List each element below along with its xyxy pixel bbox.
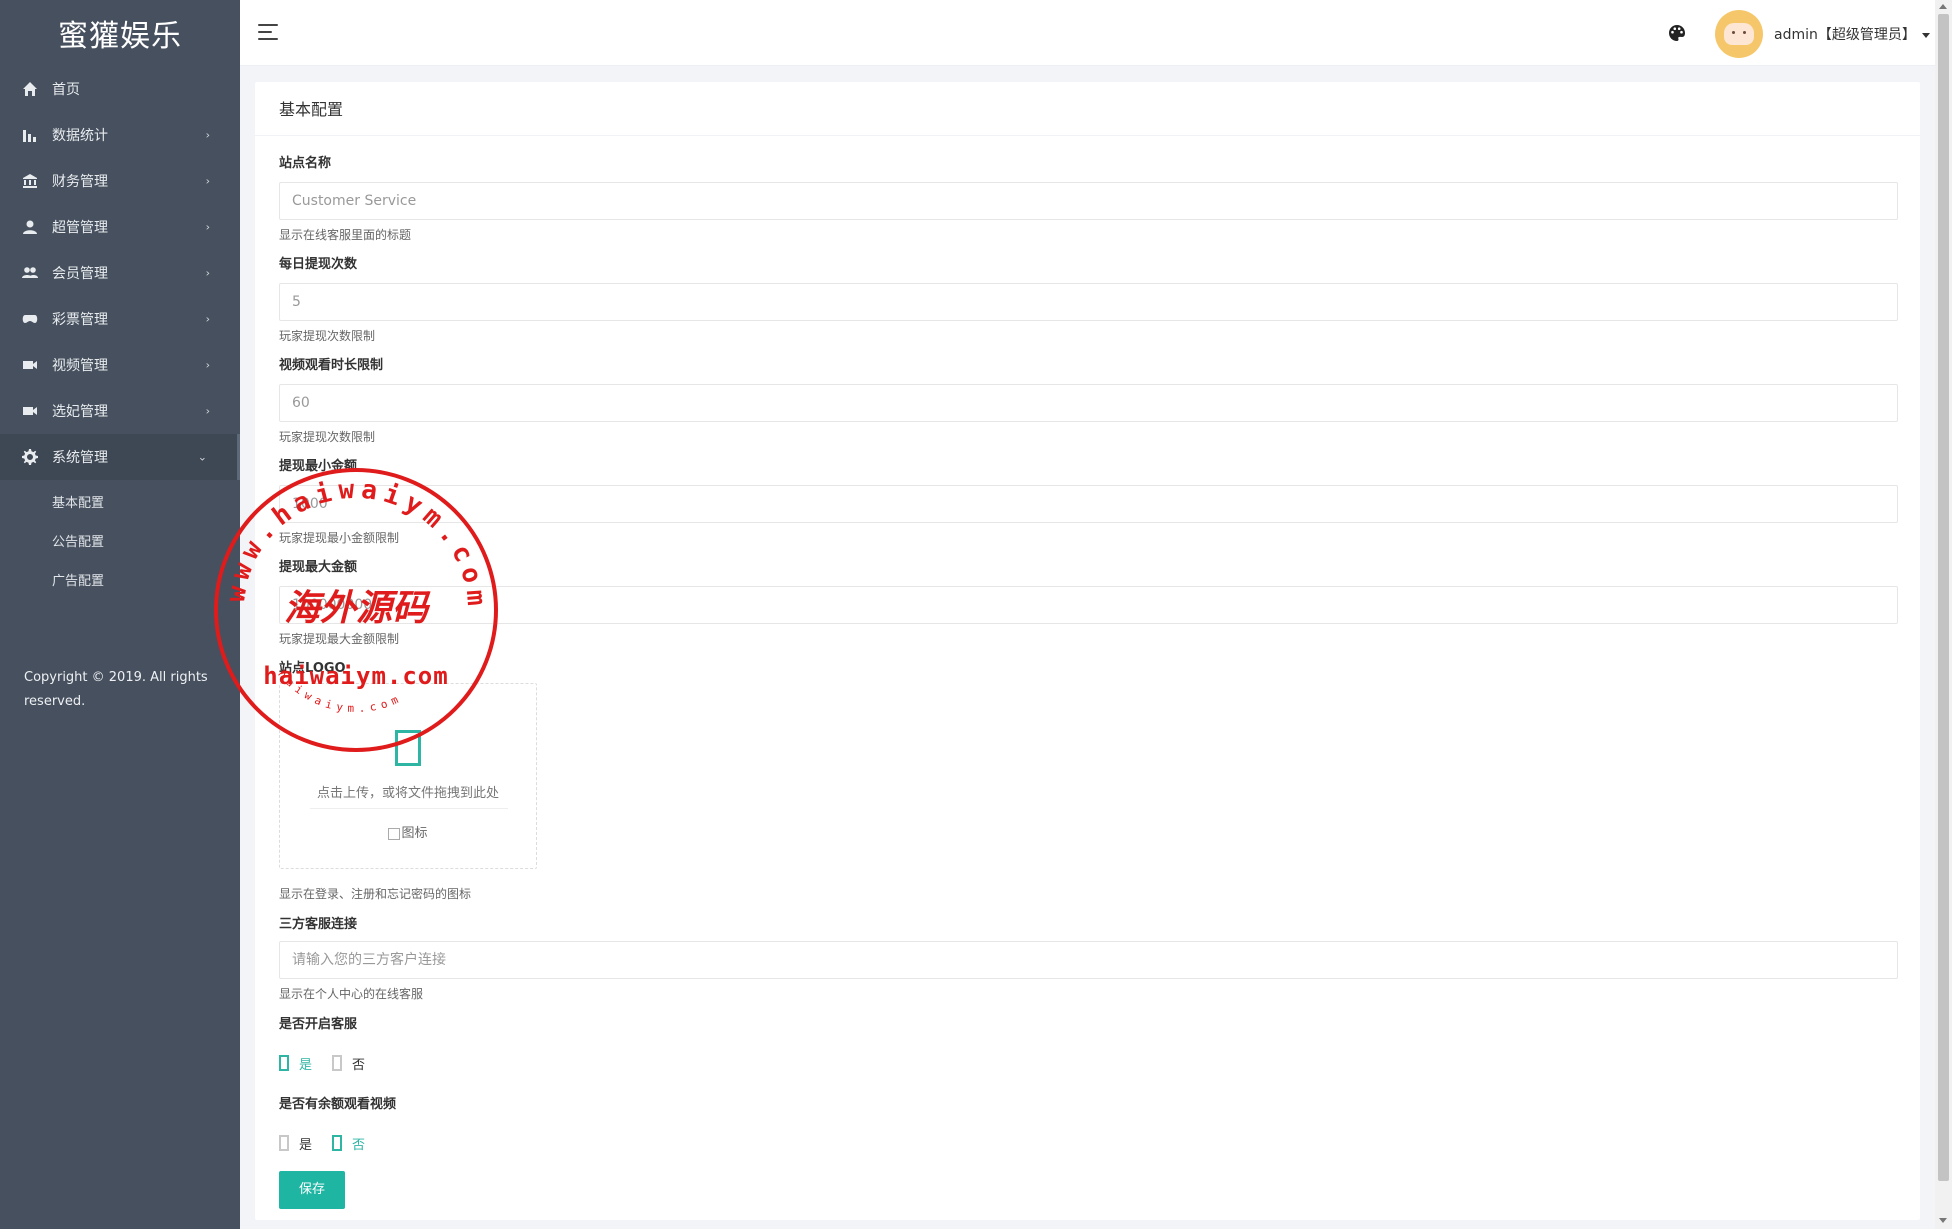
sidebar-item-label: 财务管理 (52, 174, 108, 190)
sidebar-item-system[interactable]: 系统管理 ⌄ (0, 434, 240, 480)
enable-service-radio-group: 是 否 (279, 1051, 1896, 1075)
daily-withdraw-label: 每日提现次数 (279, 257, 358, 272)
avatar[interactable] (1715, 10, 1763, 58)
logo-hint: 显示在登录、注册和忘记密码的图标 (279, 887, 472, 901)
scroll-down-arrow-icon[interactable] (1939, 1218, 1947, 1223)
logo-preview-image: 图标 (280, 822, 536, 841)
submenu-item-ad-config[interactable]: 广告配置 (0, 562, 240, 601)
top-header: admin【超级管理员】 (240, 0, 1935, 66)
submenu-item-notice-config[interactable]: 公告配置 (0, 523, 240, 562)
sidebar-submenu: 基本配置 公告配置 广告配置 (0, 480, 240, 601)
third-party-input[interactable] (279, 941, 1898, 979)
video-icon (22, 357, 38, 373)
config-form: 站点名称 显示在线客服里面的标题 每日提现次数 玩家提现次数限制 视频观看时长限… (255, 136, 1920, 1209)
sidebar-item-label: 数据统计 (52, 128, 108, 144)
sidebar-item-statistics[interactable]: 数据统计 › (0, 112, 240, 158)
users-icon (22, 265, 38, 281)
min-withdraw-label: 提现最小金额 (279, 459, 358, 474)
chevron-right-icon: › (205, 404, 210, 418)
config-card: 基本配置 站点名称 显示在线客服里面的标题 每日提现次数 玩家提现次数限制 视频… (255, 82, 1920, 1220)
sidebar-item-label: 会员管理 (52, 266, 108, 282)
palette-icon[interactable] (1668, 24, 1686, 42)
submenu-item-basic-config[interactable]: 基本配置 (0, 484, 240, 523)
sidebar-item-label: 选妃管理 (52, 404, 108, 420)
logo-label: 站点LOGO (279, 661, 346, 676)
caret-down-icon (1921, 32, 1930, 38)
chevron-right-icon: › (205, 220, 210, 234)
min-withdraw-hint: 玩家提现最小金额限制 (279, 531, 400, 545)
chevron-down-icon: ⌄ (197, 450, 207, 464)
user-icon (22, 219, 38, 235)
logo-preview-alt: 图标 (401, 826, 428, 841)
radio-unchecked-icon (279, 1135, 289, 1151)
sidebar: 蜜獾娱乐 首页 数据统计 › 财务管理 › 超管管理 › 会员管理 › 彩票管理… (0, 0, 240, 1229)
scroll-up-arrow-icon[interactable] (1939, 4, 1947, 9)
gear-icon (22, 449, 38, 465)
upload-icon (395, 730, 421, 766)
radio-unchecked-icon (332, 1055, 343, 1071)
max-withdraw-label: 提现最大金额 (279, 560, 358, 575)
logo-upload-dropzone[interactable]: 点击上传，或将文件拖拽到此处 图标 (279, 683, 537, 869)
sidebar-item-select-consort[interactable]: 选妃管理 › (0, 388, 240, 434)
enable-service-label: 是否开启客服 (279, 1017, 358, 1032)
sidebar-item-super-admin[interactable]: 超管管理 › (0, 204, 240, 250)
page-scrollbar[interactable] (1935, 0, 1952, 1229)
sidebar-item-finance[interactable]: 财务管理 › (0, 158, 240, 204)
balance-video-no-radio[interactable]: 否 (332, 1134, 365, 1153)
third-party-label: 三方客服连接 (279, 917, 358, 932)
hamburger-icon[interactable] (258, 24, 278, 40)
balance-video-radio-group: 是 否 (279, 1131, 1896, 1155)
bar-chart-icon (22, 127, 38, 143)
video-limit-input[interactable] (279, 384, 1898, 422)
site-name-label: 站点名称 (279, 156, 332, 171)
max-withdraw-input[interactable] (279, 586, 1898, 624)
chevron-right-icon: › (205, 358, 210, 372)
chevron-right-icon: › (205, 266, 210, 280)
min-withdraw-input[interactable] (279, 485, 1898, 523)
daily-withdraw-input[interactable] (279, 283, 1898, 321)
chevron-right-icon: › (205, 312, 210, 326)
user-menu[interactable]: admin【超级管理员】 (1774, 24, 1930, 44)
chevron-right-icon: › (205, 128, 210, 142)
radio-checked-icon (332, 1135, 343, 1151)
daily-withdraw-hint: 玩家提现次数限制 (279, 329, 376, 343)
sidebar-item-label: 首页 (52, 82, 80, 98)
sidebar-item-lottery[interactable]: 彩票管理 › (0, 296, 240, 342)
upload-divider (310, 808, 508, 809)
save-button[interactable]: 保存 (279, 1171, 345, 1209)
sidebar-item-label: 彩票管理 (52, 312, 108, 328)
scroll-thumb[interactable] (1938, 14, 1949, 1181)
sidebar-item-label: 系统管理 (52, 450, 108, 466)
video-limit-label: 视频观看时长限制 (279, 358, 384, 373)
video-icon (22, 403, 38, 419)
broken-image-icon (388, 827, 401, 840)
gamepad-icon (22, 311, 38, 327)
sidebar-item-video[interactable]: 视频管理 › (0, 342, 240, 388)
user-label: admin【超级管理员】 (1774, 27, 1916, 43)
balance-video-label: 是否有余额观看视频 (279, 1097, 397, 1112)
upload-instruction: 点击上传，或将文件拖拽到此处 (316, 786, 499, 801)
third-party-hint: 显示在个人中心的在线客服 (279, 987, 424, 1001)
enable-service-yes-radio[interactable]: 是 (279, 1054, 312, 1073)
site-name-hint: 显示在线客服里面的标题 (279, 228, 412, 242)
sidebar-item-label: 视频管理 (52, 358, 108, 374)
enable-service-no-radio[interactable]: 否 (332, 1054, 365, 1073)
radio-checked-icon (279, 1055, 289, 1071)
sidebar-item-members[interactable]: 会员管理 › (0, 250, 240, 296)
brand-logo[interactable]: 蜜獾娱乐 (0, 0, 240, 66)
page-title: 基本配置 (255, 82, 1920, 136)
chevron-right-icon: › (205, 174, 210, 188)
sidebar-item-home[interactable]: 首页 (0, 66, 240, 112)
video-limit-hint: 玩家提现次数限制 (279, 430, 376, 444)
home-icon (22, 81, 38, 97)
copyright-text: Copyright © 2019. All rights reserved. (24, 670, 208, 709)
site-name-input[interactable] (279, 182, 1898, 220)
bank-icon (22, 173, 38, 189)
balance-video-yes-radio[interactable]: 是 (279, 1134, 312, 1153)
sidebar-item-label: 超管管理 (52, 220, 108, 236)
max-withdraw-hint: 玩家提现最大金额限制 (279, 632, 400, 646)
